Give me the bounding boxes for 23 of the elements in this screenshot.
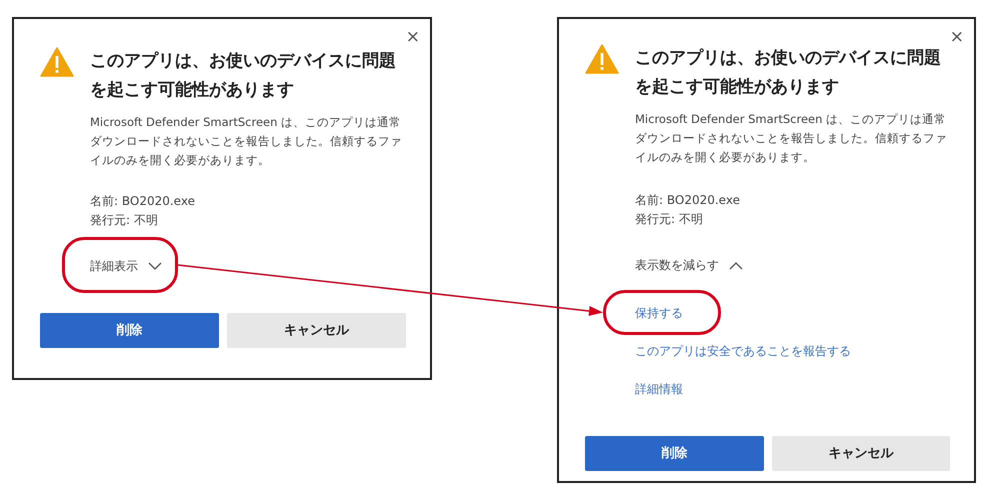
dialog-title: このアプリは、お使いのデバイスに問題を起こす可能性があります xyxy=(635,47,942,99)
details-toggle[interactable]: 詳細表示 xyxy=(90,257,162,275)
detail-text: 発行元: 不明 xyxy=(90,212,159,229)
chevron-icon xyxy=(729,260,743,270)
link[interactable]: 保持する xyxy=(635,306,683,320)
description-text: Microsoft Defender SmartScreen は、このアプリは通常ダウンロードされないことを報告しました。信頼するファイルのみを開く必要があります。 xyxy=(90,114,403,169)
details-toggle[interactable]: 表示数を減らす xyxy=(635,256,743,274)
detail-text: 名前: BO2020.exe xyxy=(90,193,196,210)
detail-text: 発行元: 不明 xyxy=(635,211,704,228)
description-text: Microsoft Defender SmartScreen は、このアプリは通常ダウンロードされないことを報告しました。信頼するファイルのみを開く必要があります。 xyxy=(635,111,948,166)
cancel-button[interactable]: キャンセル xyxy=(227,313,406,348)
delete-button[interactable]: 削除 xyxy=(585,436,764,471)
detail-text: 名前: BO2020.exe xyxy=(635,192,741,209)
dialog-title: このアプリは、お使いのデバイスに問題を起こす可能性があります xyxy=(90,50,397,102)
cancel-button[interactable]: キャンセル xyxy=(772,436,950,471)
close-button[interactable]: × xyxy=(950,29,964,46)
chevron-icon xyxy=(148,262,162,270)
link[interactable]: 詳細情報 xyxy=(635,382,683,396)
warning-icon xyxy=(40,47,74,77)
warning-icon xyxy=(585,44,619,74)
delete-button[interactable]: 削除 xyxy=(40,313,219,348)
close-button[interactable]: × xyxy=(406,29,420,46)
link[interactable]: このアプリは安全であることを報告する xyxy=(635,344,851,358)
